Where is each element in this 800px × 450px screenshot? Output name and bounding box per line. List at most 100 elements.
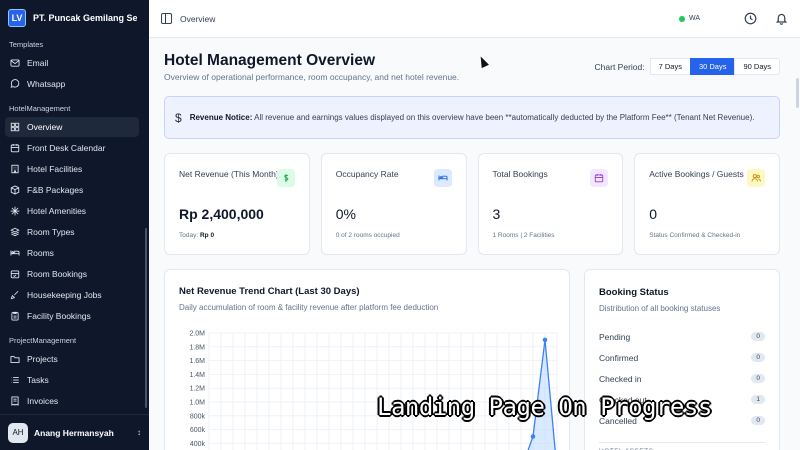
y-tick-label: 1.2M	[189, 386, 205, 393]
main-scrollbar[interactable]	[796, 78, 799, 108]
kpi-cards: Net Revenue (This Month) Rp 2,400,000 Toda…	[164, 153, 780, 255]
sidebar-item-rooms[interactable]: Rooms	[5, 243, 139, 263]
y-tick-label: 1.8M	[189, 344, 205, 351]
page-title: Hotel Management Overview	[164, 52, 376, 69]
card-footnote: Today: Rp 0	[179, 232, 215, 239]
avatar: AH	[8, 422, 28, 443]
total-bookings-card: Total Bookings 3 1 Rooms | 2 Facilities	[477, 153, 624, 255]
dollar-icon	[276, 169, 295, 187]
sidebar-item-label: Facility Bookings	[27, 311, 91, 321]
y-tick-label: 800k	[190, 413, 206, 420]
card-value: Rp 2,400,000	[179, 206, 264, 222]
sidebar-item-overview[interactable]: Overview	[5, 117, 139, 137]
brand-name: PT. Puncak Gemilang Sej...	[33, 13, 137, 23]
period-30-days-button[interactable]: 30 Days	[689, 58, 736, 75]
booking-icon	[10, 269, 20, 279]
status-count-badge: 0	[751, 374, 765, 383]
booking-status-subtitle: Distribution of all booking statuses	[599, 304, 721, 313]
sidebar-item-hotel-facilities[interactable]: Hotel Facilities	[5, 159, 139, 179]
sidebar-item-tasks[interactable]: Tasks	[5, 370, 139, 390]
clipboard-icon	[10, 311, 20, 321]
main-content: Hotel Management Overview Overview of op…	[149, 38, 800, 450]
active-bookings-card: Active Bookings / Guests 0 Status Confirme…	[634, 153, 780, 255]
sidebar-item-label: Invoices	[27, 396, 59, 406]
card-value: 3	[492, 206, 501, 222]
period-7-days-button[interactable]: 7 Days	[649, 58, 691, 75]
bell-icon[interactable]	[775, 12, 788, 25]
list-icon	[10, 375, 20, 385]
sidebar-item-label: F&B Packages	[27, 185, 84, 195]
data-point[interactable]	[542, 337, 548, 343]
sidebar-scrollbar[interactable]	[145, 228, 147, 408]
sidebar-item-label: Hotel Facilities	[27, 164, 83, 174]
chart-period-selector: Chart Period: 7 Days 30 Days 90 Days	[595, 58, 780, 75]
booking-status-title: Booking Status	[599, 287, 669, 298]
sidebar-nav: Templates Email Whatsapp HotelManagement Ove…	[0, 36, 149, 411]
layers-icon	[10, 227, 20, 237]
calendar-icon	[590, 169, 609, 187]
sidebar-toggle-icon[interactable]	[161, 13, 172, 24]
sidebar-item-label: Housekeeping Jobs	[27, 290, 102, 300]
whatsapp-status[interactable]: WA	[678, 15, 700, 22]
sparkle-icon	[10, 206, 20, 216]
occupancy-rate-card: Occupancy Rate 0% 0 of 2 rooms occupied	[320, 153, 467, 255]
sidebar-item-whatsapp[interactable]: Whatsapp	[5, 74, 139, 94]
card-label: Occupancy Rate	[335, 169, 399, 179]
card-value: 0%	[335, 206, 356, 222]
sidebar-item-room-types[interactable]: Room Types	[5, 222, 139, 242]
sidebar-item-housekeeping-jobs[interactable]: Housekeeping Jobs	[5, 285, 139, 305]
user-menu[interactable]: AH Anang Hermansyah ↕	[0, 414, 149, 450]
status-label: Checked in	[599, 373, 642, 384]
sidebar-item-projects[interactable]: Projects	[5, 349, 139, 369]
invoice-icon	[10, 396, 20, 406]
mail-icon	[10, 58, 20, 68]
dollar-icon: $	[175, 110, 182, 125]
wa-label: WA	[688, 15, 700, 22]
notice-text: Revenue Notice: All revenue and earnings…	[189, 112, 755, 122]
chevron-updown-icon[interactable]: ↕	[137, 428, 141, 437]
topbar: Overview WA	[149, 0, 800, 38]
overlay-caption: Landing Page On Progress	[377, 393, 712, 421]
brand[interactable]: LV PT. Puncak Gemilang Sej...	[0, 0, 149, 36]
sidebar-item-invoices[interactable]: Invoices	[5, 391, 139, 411]
y-tick-label: 1.0M	[189, 400, 205, 407]
data-point[interactable]	[530, 434, 536, 439]
hotel-assets-label: HOTEL ASSETS	[599, 442, 765, 450]
sidebar-item-f-b-packages[interactable]: F&B Packages	[5, 180, 139, 200]
revenue-notice: $ Revenue Notice: All revenue and earnin…	[164, 96, 780, 139]
sidebar-item-hotel-amenities[interactable]: Hotel Amenities	[5, 201, 139, 221]
period-90-days-button[interactable]: 90 Days	[734, 58, 780, 75]
sidebar-item-front-desk-calendar[interactable]: Front Desk Calendar	[5, 138, 139, 158]
users-icon	[747, 169, 765, 187]
page-subtitle: Overview of operational performance, roo…	[164, 72, 460, 82]
card-label: Net Revenue (This Month)	[179, 169, 279, 179]
brand-logo: LV	[8, 9, 26, 27]
booking-status-card: Booking Status Distribution of all booki…	[584, 269, 780, 450]
y-tick-label: 600k	[190, 427, 206, 434]
y-tick-label: 1.6M	[189, 358, 205, 365]
calendar-icon	[10, 143, 20, 153]
revenue-chart: 2.0M 1.8M 1.6M 1.4M 1.2M 1.0M 800k 600k 400k	[189, 331, 558, 450]
sidebar-item-room-bookings[interactable]: Room Bookings	[5, 264, 139, 284]
status-label: Confirmed	[599, 352, 639, 363]
booking-status-row: Confirmed 0	[599, 347, 765, 368]
booking-status-row: Pending 0	[599, 326, 765, 347]
card-footnote: 0 of 2 rooms occupied	[335, 232, 400, 239]
status-count-badge: 0	[751, 353, 765, 362]
y-tick-label: 400k	[190, 441, 206, 448]
building-icon	[10, 164, 20, 174]
sidebar-section-label: Templates	[9, 40, 44, 49]
sidebar-item-label: Hotel Amenities	[27, 206, 87, 216]
net-revenue-card: Net Revenue (This Month) Rp 2,400,000 Toda…	[164, 153, 310, 255]
status-label: Pending	[599, 331, 631, 342]
sidebar-item-label: Email	[27, 58, 49, 68]
bed-icon	[433, 169, 452, 187]
sidebar-item-facility-bookings[interactable]: Facility Bookings	[5, 306, 139, 326]
sidebar-item-email[interactable]: Email	[5, 53, 139, 73]
y-tick-label: 2.0M	[189, 331, 205, 338]
status-dot-icon	[678, 15, 685, 22]
grid-icon	[10, 122, 20, 132]
sidebar: LV PT. Puncak Gemilang Sej... Templates E…	[0, 0, 149, 450]
status-count-badge: 0	[751, 416, 765, 425]
clock-icon[interactable]	[744, 12, 757, 25]
